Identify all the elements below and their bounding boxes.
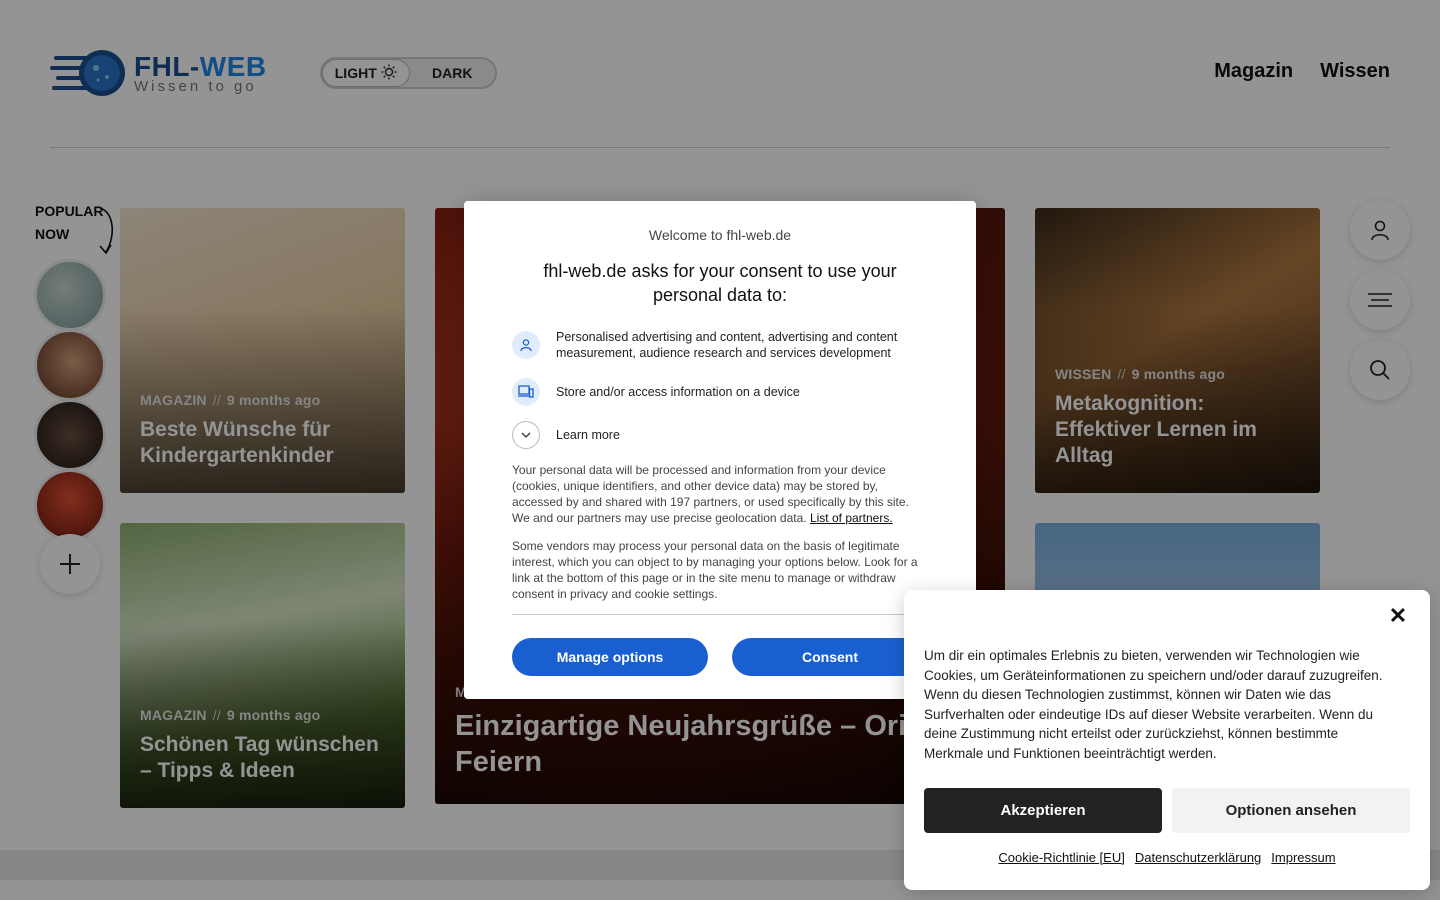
- view-options-button[interactable]: Optionen ansehen: [1172, 788, 1410, 833]
- consent-dialog: Welcome to fhl-web.de fhl-web.de asks fo…: [464, 201, 976, 699]
- chevron-down-icon: [512, 421, 540, 449]
- privacy-policy-link[interactable]: Datenschutzerklärung: [1135, 850, 1261, 865]
- partners-link[interactable]: List of partners.: [810, 511, 893, 525]
- consent-purpose-row: Store and/or access information on a dev…: [512, 378, 928, 406]
- manage-options-button[interactable]: Manage options: [512, 638, 708, 676]
- imprint-link[interactable]: Impressum: [1271, 850, 1335, 865]
- consent-paragraph: Some vendors may process your personal d…: [512, 539, 918, 601]
- consent-purpose-row: Personalised advertising and content, ad…: [512, 329, 928, 361]
- cookie-policy-link[interactable]: Cookie-Richtlinie [EU]: [998, 850, 1124, 865]
- cookie-banner: ✕ Um dir ein optimales Erlebnis zu biete…: [904, 590, 1430, 890]
- consent-welcome: Welcome to fhl-web.de: [648, 227, 792, 243]
- cookie-links: Cookie-Richtlinie [EU] Datenschutzerklär…: [904, 850, 1430, 865]
- consent-divider: [512, 614, 928, 615]
- person-icon: [512, 331, 540, 359]
- close-icon[interactable]: ✕: [1386, 603, 1410, 628]
- consent-paragraph: Your personal data will be processed and…: [512, 463, 909, 525]
- consent-heading: fhl-web.de asks for your consent to use …: [543, 261, 897, 305]
- cookie-text: Um dir ein optimales Erlebnis zu bieten,…: [924, 648, 1383, 761]
- device-icon: [512, 378, 540, 406]
- consent-button[interactable]: Consent: [732, 638, 928, 676]
- learn-more-toggle[interactable]: Learn more: [512, 421, 928, 449]
- accept-cookies-button[interactable]: Akzeptieren: [924, 788, 1162, 833]
